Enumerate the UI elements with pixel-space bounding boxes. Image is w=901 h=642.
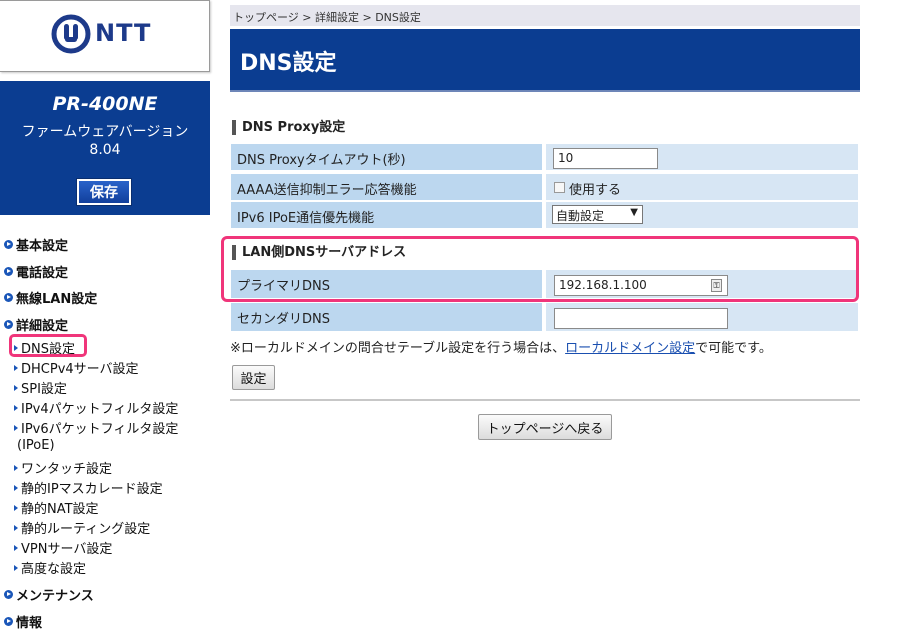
sidebar-item-label: 電話設定 — [16, 266, 69, 281]
sidebar-item-one-touch[interactable]: ワンタッチ設定 — [14, 458, 112, 477]
page-title-bar: DNS設定 — [230, 29, 860, 92]
firmware-version: 8.04 — [89, 142, 121, 158]
triangle-icon — [14, 505, 18, 511]
triangle-icon — [14, 465, 18, 471]
arrow-circle-icon — [4, 267, 13, 276]
sidebar-item-spi[interactable]: SPI設定 — [14, 378, 67, 397]
local-domain-link[interactable]: ローカルドメイン設定 — [565, 341, 695, 356]
breadcrumb: トップページ > 詳細設定 > DNS設定 — [230, 5, 860, 26]
dropdown-arrow-icon: ▼ — [630, 207, 638, 218]
dns-proxy-heading: DNS Proxy設定 — [232, 120, 345, 135]
aaaa-suppress-label: AAAA送信抑制エラー応答機能 — [230, 173, 543, 201]
sidebar-item-basic-settings[interactable]: 基本設定 — [4, 235, 68, 254]
firmware-label: ファームウェアバージョン — [21, 124, 189, 140]
triangle-icon — [14, 525, 18, 531]
lan-dns-highlight-box — [221, 236, 859, 302]
dns-proxy-timeout-cell: 10 — [545, 143, 859, 171]
aaaa-suppress-option-label: 使用する — [569, 183, 622, 198]
triangle-icon — [14, 405, 18, 411]
divider — [230, 399, 860, 401]
ntt-logo-icon — [51, 14, 91, 54]
sidebar-item-label: メンテナンス — [16, 589, 94, 604]
model-name: PR-400NE — [52, 93, 158, 115]
save-button[interactable]: 保存 — [76, 178, 132, 206]
sidebar-item-vpn-server[interactable]: VPNサーバ設定 — [14, 538, 112, 557]
ipv6-ipoe-priority-value: 自動設定 — [556, 209, 605, 223]
aaaa-suppress-checkbox[interactable] — [554, 182, 565, 193]
page-title: DNS設定 — [240, 51, 337, 76]
local-domain-note: ※ローカルドメインの問合せテーブル設定を行う場合は、ローカルドメイン設定で可能で… — [230, 341, 772, 356]
triangle-icon — [14, 565, 18, 571]
arrow-circle-icon — [4, 590, 13, 599]
device-info-panel: PR-400NE ファームウェアバージョン 8.04 保存 — [0, 81, 210, 215]
sidebar-item-static-routing[interactable]: 静的ルーティング設定 — [14, 518, 150, 537]
triangle-icon — [14, 425, 18, 431]
arrow-circle-icon — [4, 240, 13, 249]
sidebar-item-static-nat[interactable]: 静的NAT設定 — [14, 498, 99, 517]
apply-button[interactable]: 設定 — [232, 365, 275, 390]
arrow-circle-icon — [4, 293, 13, 302]
back-to-top-button[interactable]: トップページへ戻る — [478, 414, 612, 440]
triangle-icon — [14, 385, 18, 391]
logo-box: NTT — [0, 0, 210, 72]
ipv6-ipoe-priority-select[interactable]: 自動設定 ▼ — [552, 205, 643, 224]
aaaa-suppress-row: AAAA送信抑制エラー応答機能 使用する — [230, 173, 859, 201]
ipv6-ipoe-priority-label: IPv6 IPoE通信優先機能 — [230, 201, 543, 229]
sidebar-item-info[interactable]: 情報 — [4, 612, 42, 631]
sidebar-item-label: 基本設定 — [16, 239, 69, 254]
logo-text: NTT — [95, 19, 152, 47]
sidebar-item-maintenance[interactable]: メンテナンス — [4, 585, 94, 604]
sidebar-item-ipv6-filter[interactable]: IPv6パケットフィルタ設定 — [14, 418, 178, 437]
dns-proxy-timeout-label: DNS Proxyタイムアウト(秒) — [230, 143, 543, 171]
secondary-dns-cell — [545, 302, 859, 332]
triangle-icon — [14, 545, 18, 551]
sidebar-item-phone-settings[interactable]: 電話設定 — [4, 262, 68, 281]
sidebar-item-advanced-settings[interactable]: 詳細設定 — [4, 315, 68, 334]
ipv6-ipoe-priority-cell: 自動設定 ▼ — [545, 201, 859, 229]
sidebar-item-label: 詳細設定 — [16, 319, 69, 334]
sidebar-item-label: 無線LAN設定 — [16, 292, 98, 307]
aaaa-suppress-cell: 使用する — [545, 173, 859, 201]
dns-proxy-timeout-row: DNS Proxyタイムアウト(秒) 10 — [230, 143, 859, 171]
sidebar-item-static-ip-masq[interactable]: 静的IPマスカレード設定 — [14, 478, 163, 497]
secondary-dns-label: セカンダリDNS — [230, 302, 543, 332]
arrow-circle-icon — [4, 320, 13, 329]
dns-highlight-box — [9, 334, 87, 357]
sidebar-item-dhcpv4[interactable]: DHCPv4サーバ設定 — [14, 358, 139, 377]
sidebar-item-wireless-lan[interactable]: 無線LAN設定 — [4, 288, 97, 307]
ipv6-ipoe-priority-row: IPv6 IPoE通信優先機能 自動設定 ▼ — [230, 201, 859, 229]
triangle-icon — [14, 485, 18, 491]
sidebar-item-ipv6-filter-cont[interactable]: (IPoE) — [17, 438, 55, 453]
sidebar-item-advanced[interactable]: 高度な設定 — [14, 558, 86, 577]
dns-proxy-timeout-input[interactable]: 10 — [553, 148, 658, 169]
secondary-dns-input[interactable] — [554, 308, 728, 329]
arrow-circle-icon — [4, 617, 13, 626]
triangle-icon — [14, 365, 18, 371]
sidebar-item-label: 情報 — [16, 616, 43, 631]
sidebar-item-ipv4-filter[interactable]: IPv4パケットフィルタ設定 — [14, 398, 178, 417]
secondary-dns-row: セカンダリDNS — [230, 302, 859, 332]
